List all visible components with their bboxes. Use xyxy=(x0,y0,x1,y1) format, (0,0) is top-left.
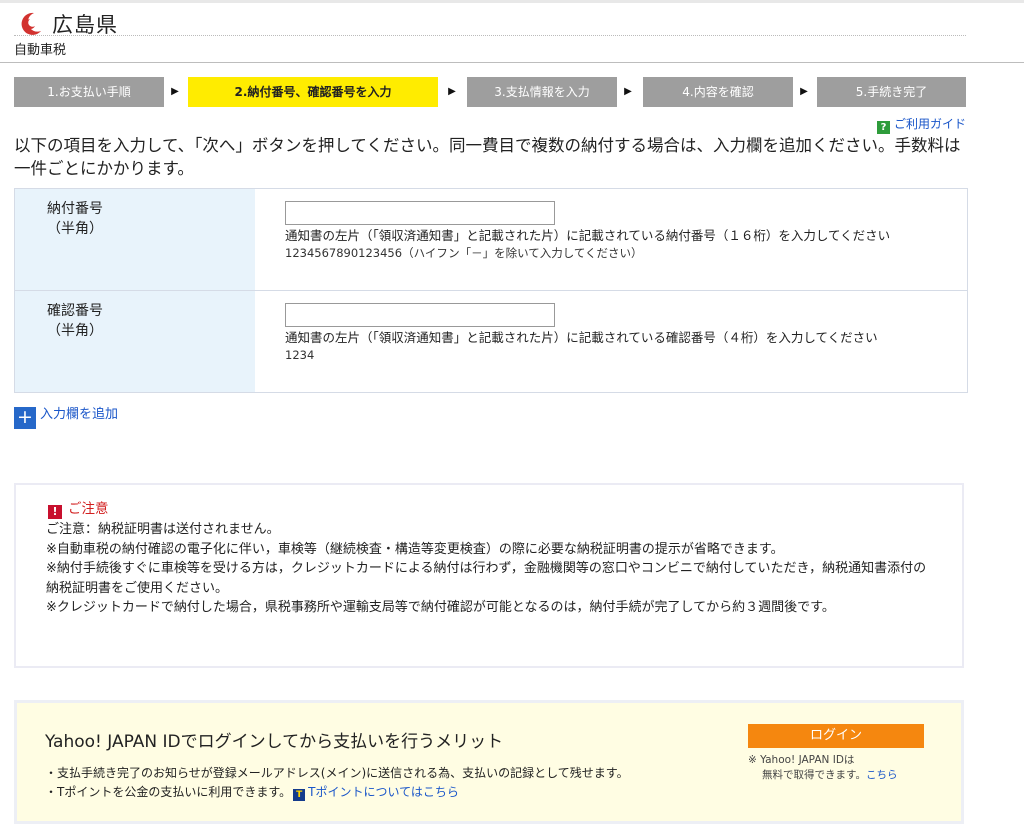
confirm-number-body: 通知書の左片（「領収済通知書」と記載された片）に記載されている確認番号（４桁）を… xyxy=(285,303,955,364)
confirm-number-example: 1234 xyxy=(285,348,315,362)
help-icon: ? xyxy=(876,121,890,134)
payment-number-body: 通知書の左片（「領収済通知書」と記載された片）に記載されている納付番号（１６桁）… xyxy=(285,201,955,262)
caution-title-text: ご注意 xyxy=(68,501,109,517)
benefit-item-text: ・Tポイントを公金の支払いに利用できます。 xyxy=(45,785,292,799)
caution-line: ※自動車税の納付確認の電子化に伴い，車検等（継続検査・構造等変更検査）の際に必要… xyxy=(46,541,784,557)
confirm-number-label-cell: 確認番号 （半角） xyxy=(15,291,255,392)
payment-number-input[interactable] xyxy=(285,201,555,225)
login-note: ※ Yahoo! JAPAN IDは 無料で取得できます。こちら xyxy=(748,753,948,783)
usage-guide-link[interactable]: ? ご利用ガイド xyxy=(876,115,966,134)
yahoo-benefits-title: Yahoo! JAPAN IDでログインしてから支払いを行うメリット xyxy=(45,732,504,752)
caution-body: ご注意：納税証明書は送付されません。 ※自動車税の納付確認の電子化に伴い，車検等… xyxy=(46,520,932,618)
plus-icon: + xyxy=(14,407,36,429)
payment-number-hint: 通知書の左片（「領収済通知書」と記載された片）に記載されている納付番号（１６桁）… xyxy=(285,228,891,243)
step-4: 4.内容を確認 xyxy=(643,77,793,107)
yahoo-login-benefits: Yahoo! JAPAN IDでログインしてから支払いを行うメリット ・支払手続… xyxy=(14,700,964,824)
confirm-number-hint: 通知書の左片（「領収済通知書」と記載された片）に記載されている確認番号（４桁）を… xyxy=(285,330,878,345)
confirm-number-sublabel: （半角） xyxy=(47,323,103,339)
payment-number-row: 納付番号 （半角） 通知書の左片（「領収済通知書」と記載された片）に記載されてい… xyxy=(15,189,967,291)
step-5: 5.手続き完了 xyxy=(817,77,966,107)
usage-guide-label: ご利用ガイド xyxy=(893,117,966,131)
progress-steps: 1.お支払い手順 ▶ 2.納付番号、確認番号を入力 ▶ 3.支払情報を入力 ▶ … xyxy=(14,77,966,107)
step-arrow-icon: ▶ xyxy=(800,86,808,97)
exclamation-icon: ! xyxy=(48,505,62,519)
payment-number-label: 納付番号 xyxy=(47,201,103,217)
tpoint-icon: T xyxy=(293,789,306,801)
payment-number-sublabel: （半角） xyxy=(47,221,103,237)
instruction-text: 以下の項目を入力して、「次へ」ボタンを押してください。同一費目で複数の納付する場… xyxy=(14,136,961,178)
step-arrow-icon: ▶ xyxy=(624,86,632,97)
add-input-field-button[interactable]: + 入力欄を追加 xyxy=(14,403,118,429)
confirm-number-row: 確認番号 （半角） 通知書の左片（「領収済通知書」と記載された片）に記載されてい… xyxy=(15,291,967,392)
tax-type: 自動車税 xyxy=(14,43,67,58)
header-rule xyxy=(0,62,1024,63)
step-arrow-icon: ▶ xyxy=(448,86,456,97)
caution-line: ※納付手続後すぐに車検等を受ける方は，クレジットカードによる納付は行わず，金融機… xyxy=(46,561,927,596)
add-input-field-label: 入力欄を追加 xyxy=(40,407,119,422)
benefit-item: ・支払手続き完了のお知らせが登録メールアドレス(メイン)に送信される為、支払いの… xyxy=(45,766,629,780)
step-1: 1.お支払い手順 xyxy=(14,77,164,107)
confirm-number-label: 確認番号 xyxy=(47,303,103,319)
confirm-number-input[interactable] xyxy=(285,303,555,327)
tpoint-info-link[interactable]: Tポイントについてはこちら xyxy=(308,785,459,799)
caution-line: ※クレジットカードで納付した場合，県税事務所や運輸支局等で納付確認が可能となるの… xyxy=(46,600,835,615)
step-3: 3.支払情報を入力 xyxy=(467,77,617,107)
login-note-text: 無料で取得できます。 xyxy=(762,769,866,781)
step-arrow-icon: ▶ xyxy=(171,86,179,97)
top-border xyxy=(0,0,1024,3)
login-note-line-2: 無料で取得できます。こちら xyxy=(748,768,948,783)
caution-box: ! ご注意 ご注意：納税証明書は送付されません。 ※自動車税の納付確認の電子化に伴… xyxy=(14,483,964,668)
yahoo-benefits-list: ・支払手続き完了のお知らせが登録メールアドレス(メイン)に送信される為、支払いの… xyxy=(45,764,629,802)
site-header: 広島県 自動車税 xyxy=(14,6,966,62)
login-note-line: ※ Yahoo! JAPAN IDは xyxy=(748,754,855,766)
hiroshima-logo-icon xyxy=(21,12,41,35)
caution-title: ! ご注意 xyxy=(48,497,932,519)
benefit-item-tpoint: ・Tポイントを公金の支払いに利用できます。 T Tポイントについてはこちら xyxy=(45,783,629,802)
step-2-active: 2.納付番号、確認番号を入力 xyxy=(188,77,438,107)
number-entry-form: 納付番号 （半角） 通知書の左片（「領収済通知書」と記載された片）に記載されてい… xyxy=(14,188,968,393)
header-divider xyxy=(14,35,966,36)
register-link[interactable]: こちら xyxy=(866,769,898,781)
payment-number-example: 1234567890123456（ハイフン「－」を除いて入力してください） xyxy=(285,246,643,260)
login-button[interactable]: ログイン xyxy=(748,724,924,748)
payment-number-label-cell: 納付番号 （半角） xyxy=(15,189,255,290)
caution-line: ご注意：納税証明書は送付されません。 xyxy=(46,522,280,537)
